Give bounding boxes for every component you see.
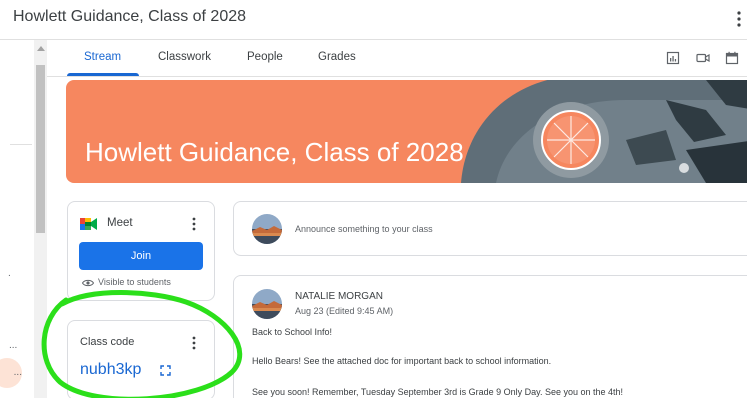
visibility-text: Visible to students xyxy=(98,277,171,287)
announce-placeholder[interactable]: Announce something to your class xyxy=(295,224,433,234)
eye-icon xyxy=(82,279,94,286)
tab-classwork[interactable]: Classwork xyxy=(158,51,211,63)
calendar-icon[interactable] xyxy=(725,51,739,65)
author-avatar xyxy=(252,289,282,319)
stream-post: NATALIE MORGAN Aug 23 (Edited 9:45 AM) B… xyxy=(233,275,747,398)
sidebar-avatar[interactable]: ... xyxy=(0,358,22,388)
sidebar-divider xyxy=(10,144,32,145)
scrollbar-thumb[interactable] xyxy=(36,65,45,233)
announce-box[interactable]: Announce something to your class xyxy=(233,201,747,256)
window-title: Howlett Guidance, Class of 2028 xyxy=(13,8,247,25)
meet-card: Meet Join Visible to students xyxy=(67,201,215,301)
meet-more-icon[interactable] xyxy=(192,217,196,231)
tab-stream[interactable]: Stream xyxy=(84,51,121,63)
post-body-line: See you soon! Remember, Tuesday Septembe… xyxy=(252,387,624,397)
more-vert-icon[interactable] xyxy=(736,10,742,28)
visibility-note: Visible to students xyxy=(82,277,171,287)
report-icon[interactable] xyxy=(666,51,680,65)
meet-label: Meet xyxy=(107,217,133,229)
post-body-line: Hello Bears! See the attached doc for im… xyxy=(252,356,552,366)
sidebar-fragment: ... xyxy=(9,340,18,351)
banner-title[interactable]: Howlett Guidance, Class of 2028 xyxy=(85,137,464,168)
scroll-up-arrow-icon[interactable] xyxy=(37,46,45,51)
left-sidebar: . ... ... xyxy=(0,40,35,398)
tab-grades[interactable]: Grades xyxy=(318,51,356,63)
post-body-line: Back to School Info! xyxy=(252,327,333,337)
tab-people[interactable]: People xyxy=(247,51,283,63)
post-date: Aug 23 (Edited 9:45 AM) xyxy=(295,306,394,316)
user-avatar xyxy=(252,214,282,244)
sidebar-fragment: . xyxy=(8,268,11,279)
class-code-label: Class code xyxy=(80,336,135,348)
video-camera-icon[interactable] xyxy=(696,51,710,65)
scrollbar[interactable] xyxy=(34,40,47,398)
post-author: NATALIE MORGAN xyxy=(295,291,383,302)
class-code-value: nubh3kp xyxy=(80,361,142,378)
class-code-card: Class code nubh3kp xyxy=(67,320,215,398)
class-banner: Howlett Guidance, Class of 2028 xyxy=(66,80,747,183)
title-bar: Howlett Guidance, Class of 2028 xyxy=(0,0,747,40)
google-meet-icon xyxy=(80,218,97,230)
class-code-more-icon[interactable] xyxy=(192,336,196,350)
classroom-main: Stream Classwork People Grades Howlett G… xyxy=(47,40,747,398)
tab-bar: Stream Classwork People Grades xyxy=(47,40,747,77)
fullscreen-icon[interactable] xyxy=(160,365,171,376)
active-tab-indicator xyxy=(67,73,139,76)
join-button[interactable]: Join xyxy=(79,242,203,270)
